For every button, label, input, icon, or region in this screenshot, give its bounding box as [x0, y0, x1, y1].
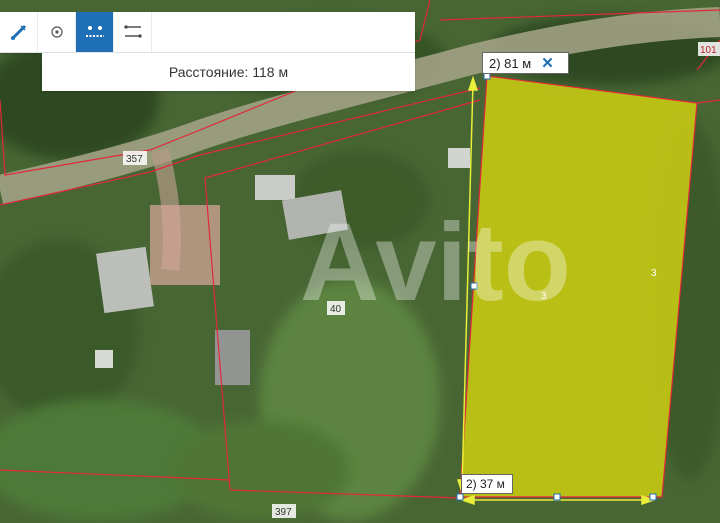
- parcel-label-40: 40: [330, 304, 342, 315]
- parcel-label-3b: 3: [651, 268, 657, 279]
- area-measure-icon: [85, 26, 104, 37]
- close-icon[interactable]: ✕: [541, 54, 554, 72]
- horizontal-measurement-text: 2) 37 м: [466, 477, 505, 491]
- vertical-measurement-text: 2) 81 м: [489, 55, 532, 71]
- area-measure-tool-button[interactable]: [76, 12, 114, 52]
- ruler-pen-tool-button[interactable]: [0, 12, 38, 52]
- map-toolbar: [0, 12, 415, 53]
- parcel-label-397: 397: [275, 507, 292, 518]
- vertical-measurement-label: 2) 81 м ✕: [482, 52, 569, 74]
- parcel-label-101: 101: [700, 45, 717, 56]
- distance-measure-tool-button[interactable]: [114, 12, 152, 52]
- vertex-handle: [456, 493, 464, 501]
- point-icon: [50, 26, 63, 38]
- point-tool-button[interactable]: [38, 12, 76, 52]
- ruler-pen-icon: [10, 24, 26, 40]
- distance-readout: Расстояние: 118 м: [42, 53, 415, 91]
- parcel-label-357: 357: [126, 154, 143, 165]
- distance-text: Расстояние: 118 м: [168, 64, 289, 80]
- parcel-label-3a: 3: [541, 291, 547, 302]
- vertex-handle: [649, 493, 657, 501]
- horizontal-measurement-label: 2) 37 м: [461, 474, 513, 494]
- vertex-handle: [553, 493, 561, 501]
- distance-measure-icon: [123, 25, 142, 38]
